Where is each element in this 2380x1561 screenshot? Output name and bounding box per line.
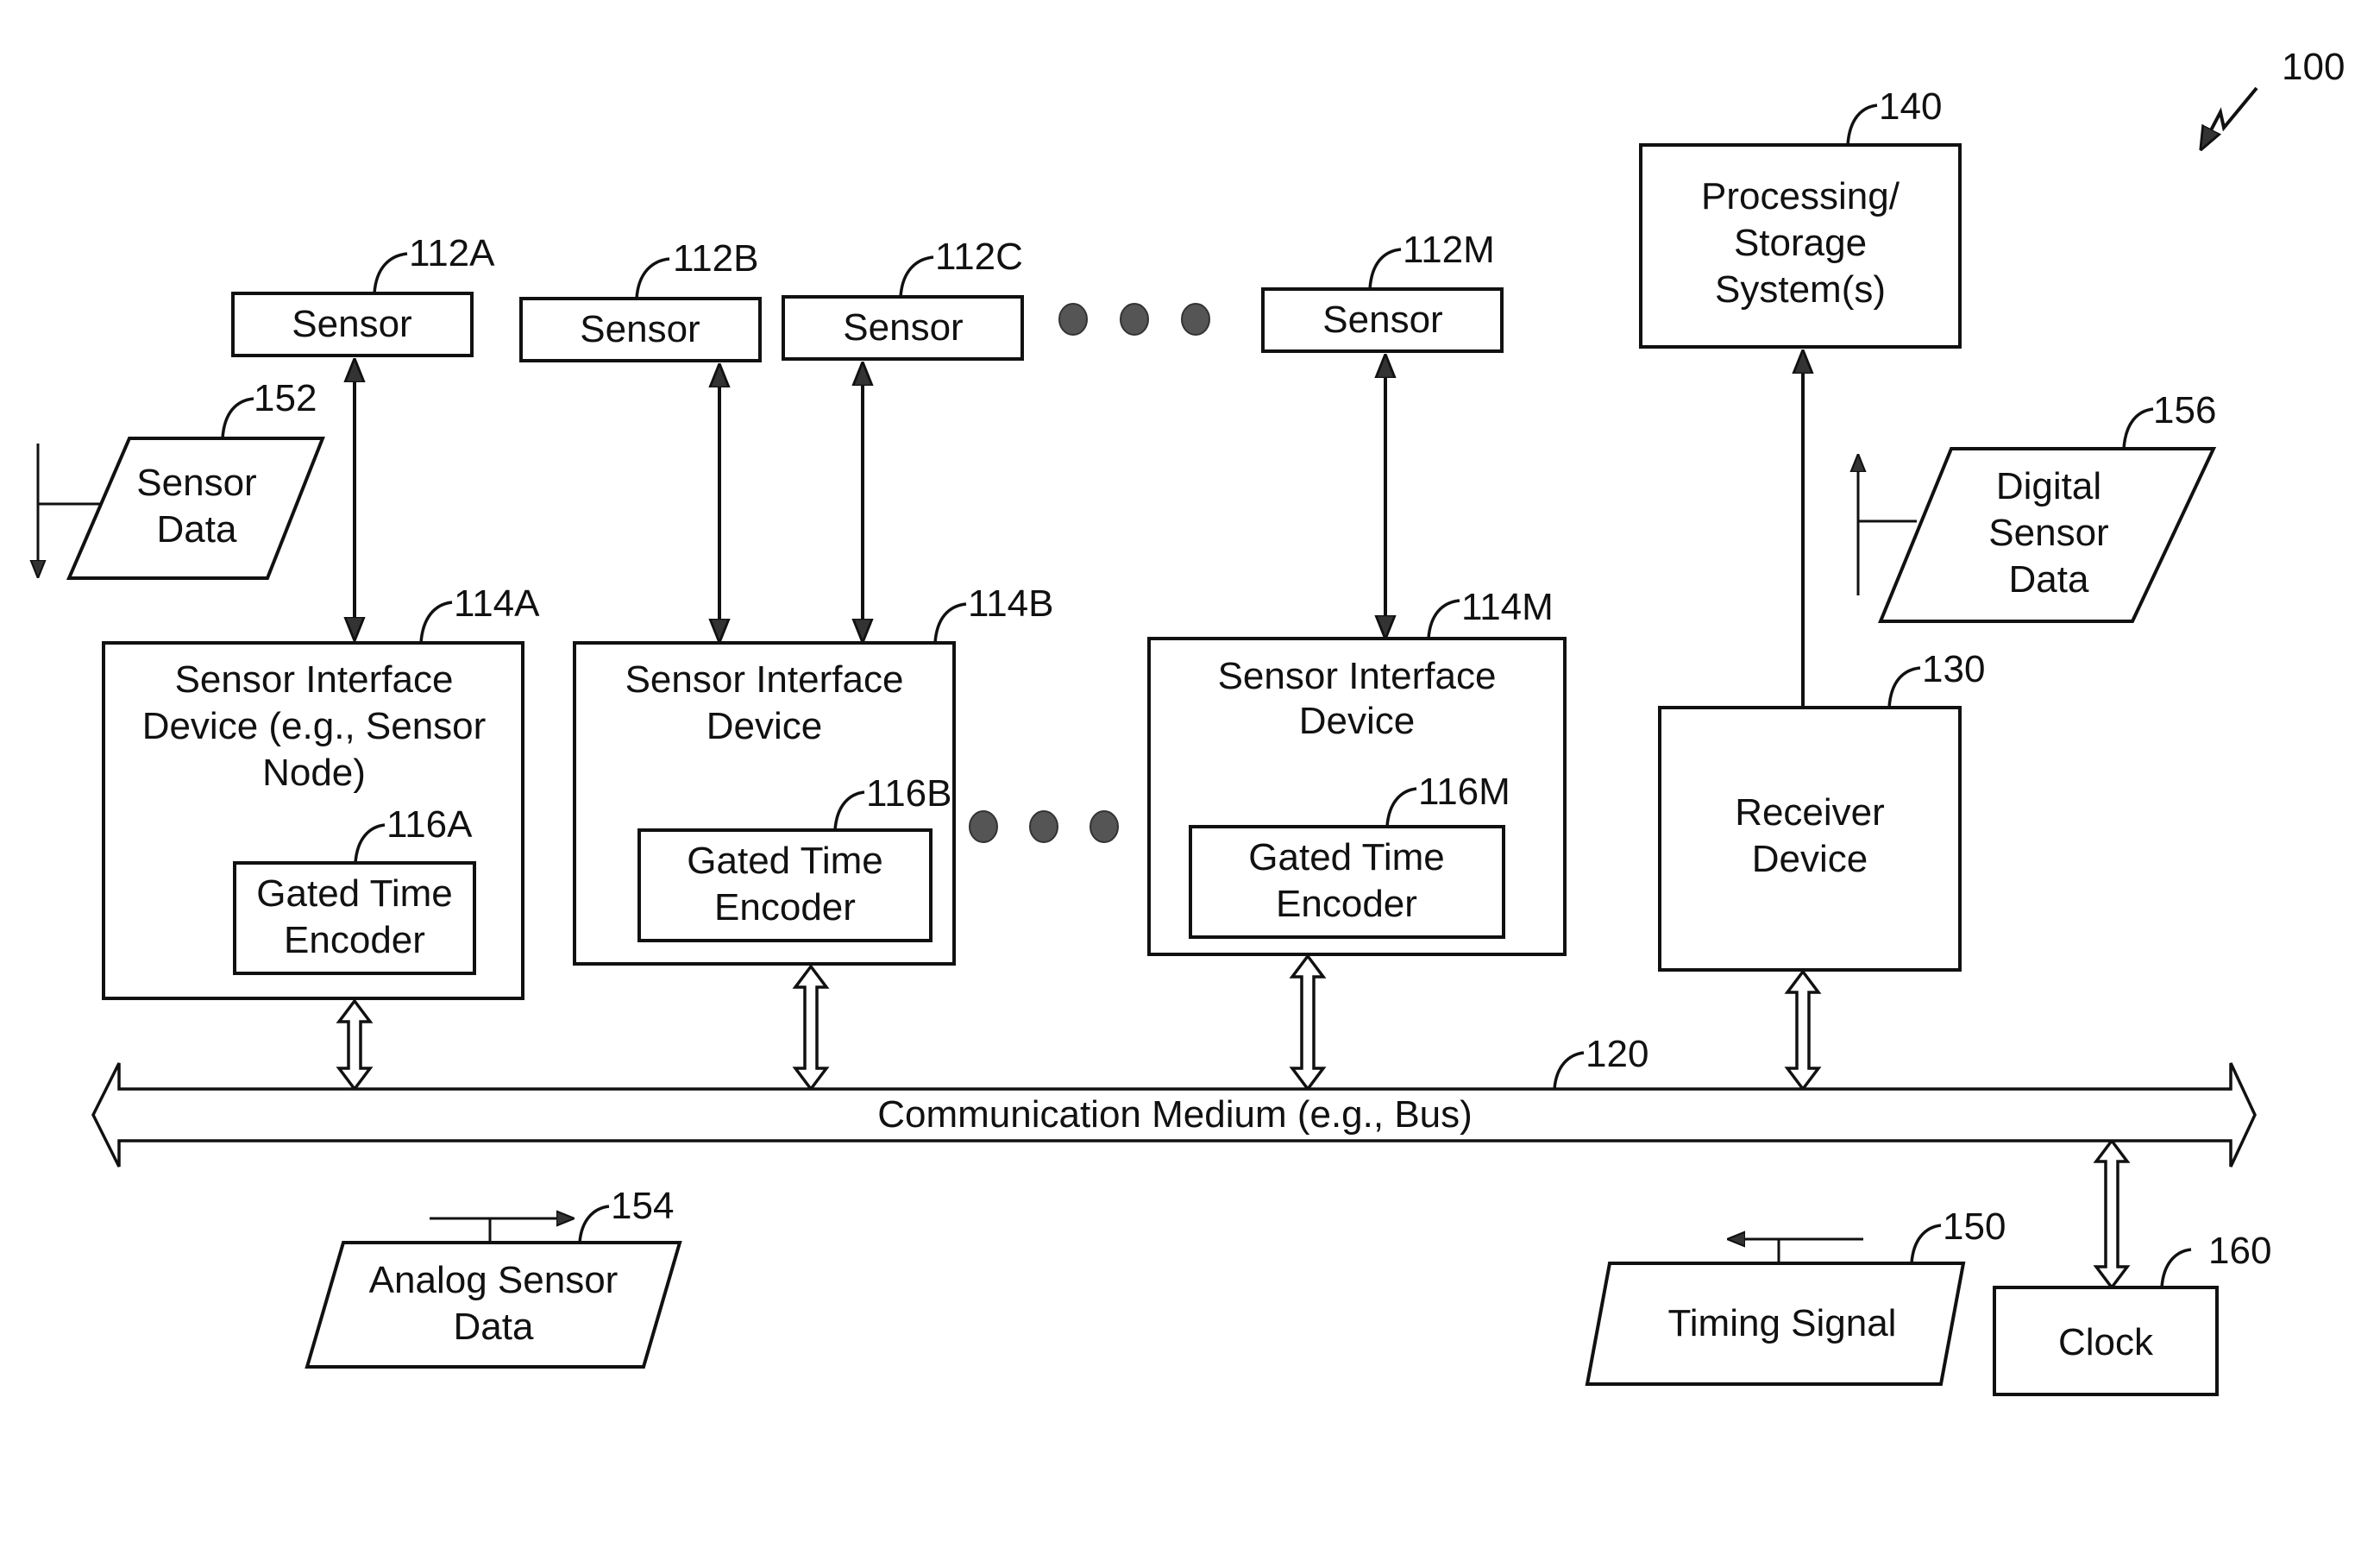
sensor-label: Sensor — [580, 308, 700, 350]
system-block-diagram: 100 Sensor 112A Sensor 112B Sensor 112C … — [0, 46, 2345, 1396]
ref-numeral: 112B — [673, 237, 759, 280]
figure-ref-label: 100 — [2282, 46, 2345, 88]
processing-label-line: Processing/ — [1701, 175, 1900, 217]
interface-label-line: Device (e.g., Sensor — [142, 705, 487, 747]
clock-160: Clock 160 — [1993, 1230, 2271, 1396]
leader-line — [899, 255, 934, 298]
ref-numeral: 112M — [1403, 229, 1495, 271]
leader-line — [2160, 1248, 2192, 1288]
interface-label-line: Sensor Interface — [175, 658, 454, 701]
data-label-line: Data — [454, 1306, 534, 1348]
leader-line — [933, 602, 967, 644]
leader-line — [1846, 104, 1878, 146]
processing-label-line: Storage — [1734, 222, 1867, 264]
encoder-label-line: Encoder — [714, 886, 856, 928]
encoder-label-line: Encoder — [284, 919, 425, 961]
leader-line — [221, 397, 254, 439]
interface-114A: Sensor Interface Device (e.g., Sensor No… — [102, 582, 540, 1000]
sensor-112C: Sensor 112C — [782, 236, 1024, 361]
ellipsis-dot — [969, 810, 998, 843]
ellipsis-dot — [1120, 303, 1149, 336]
clock-bus-arrow — [2093, 1138, 2131, 1290]
ref-numeral: 116B — [866, 772, 952, 815]
leader-line — [373, 252, 408, 294]
ref-numeral: 160 — [2208, 1230, 2271, 1272]
interface-label-line: Sensor Interface — [625, 658, 904, 701]
interface-label-line: Device — [1299, 700, 1416, 742]
sensor-label: Sensor — [1322, 299, 1442, 341]
interface-m-bus-arrow — [1289, 954, 1327, 1092]
timing-signal-150: Timing Signal 150 — [1585, 1205, 2006, 1386]
encoder-label-line: Gated Time — [1248, 836, 1444, 878]
ellipsis-dot — [1181, 303, 1210, 336]
leader-line — [635, 257, 670, 299]
figure-ref-100: 100 — [2201, 46, 2345, 148]
receiver-label-line: Receiver — [1735, 791, 1885, 834]
clock-label: Clock — [2058, 1321, 2154, 1363]
lightning-arrow-icon — [2201, 86, 2258, 148]
sensor-data-152: Sensor Data 152 — [38, 377, 325, 580]
encoder-label-line: Gated Time — [256, 872, 452, 915]
leader-line — [1368, 248, 1402, 290]
interface-label-line: Sensor Interface — [1218, 655, 1497, 697]
ref-numeral: 156 — [2153, 389, 2216, 431]
ref-numeral: 116M — [1418, 771, 1510, 813]
sensor-label: Sensor — [292, 303, 411, 345]
ellipsis-dot — [1058, 303, 1088, 336]
leader-line — [1887, 666, 1921, 708]
processing-label-line: System(s) — [1715, 268, 1886, 311]
encoder-label-line: Encoder — [1276, 883, 1417, 925]
leader-line — [578, 1205, 610, 1243]
ref-numeral: 140 — [1879, 85, 1942, 128]
data-label-line: Digital — [1996, 465, 2101, 507]
digital-sensor-data-156: Digital Sensor Data 156 — [1858, 389, 2216, 623]
interface-b-bus-arrow — [792, 964, 830, 1092]
interface-a-bus-arrow — [336, 998, 374, 1092]
data-label-line: Data — [157, 508, 237, 551]
sensor-112A: Sensor 112A — [231, 232, 495, 357]
ref-numeral: 112C — [935, 236, 1023, 278]
data-label-line: Analog Sensor — [369, 1259, 619, 1301]
ref-numeral: 120 — [1586, 1033, 1648, 1075]
ref-numeral: 114B — [968, 582, 1054, 625]
leader-line — [2122, 407, 2154, 450]
ref-numeral: 152 — [254, 377, 317, 419]
receiver-bus-arrow — [1784, 969, 1822, 1092]
sensor-112M: Sensor 112M — [1261, 229, 1504, 353]
processing-storage-140: Processing/ Storage System(s) 140 — [1639, 85, 1962, 349]
ref-numeral: 154 — [611, 1185, 674, 1227]
interface-ellipsis — [969, 810, 1119, 843]
communication-bus-120: Communication Medium (e.g., Bus) 120 — [91, 1033, 2257, 1168]
leader-line — [1910, 1224, 1942, 1264]
ref-numeral: 150 — [1943, 1205, 2006, 1248]
ellipsis-dot — [1090, 810, 1119, 843]
ref-numeral: 130 — [1922, 648, 1985, 690]
leader-line — [1553, 1051, 1585, 1090]
data-label-line: Sensor — [136, 462, 256, 504]
leader-line — [419, 601, 453, 644]
receiver-label-line: Device — [1752, 838, 1868, 880]
bus-label: Communication Medium (e.g., Bus) — [877, 1093, 1473, 1136]
sensor-112B: Sensor 112B — [519, 237, 762, 362]
data-label-line: Data — [2009, 558, 2089, 601]
ref-numeral: 112A — [409, 232, 495, 274]
leader-line — [1427, 599, 1460, 639]
interface-label-line: Device — [706, 705, 823, 747]
interface-label-line: Node) — [262, 752, 366, 794]
ref-numeral: 114A — [454, 582, 540, 625]
interface-114B: Sensor Interface Device 114B Gated Time … — [573, 582, 1054, 966]
analog-sensor-data-154: Analog Sensor Data 154 — [305, 1185, 682, 1369]
receiver-130: Receiver Device 130 — [1658, 648, 1985, 972]
sensor-label: Sensor — [843, 306, 963, 349]
ellipsis-dot — [1029, 810, 1058, 843]
encoder-label-line: Gated Time — [687, 840, 882, 882]
interface-114M: Sensor Interface Device 114M Gated Time … — [1147, 586, 1567, 956]
sensor-ellipsis — [1058, 303, 1210, 336]
data-label-line: Timing Signal — [1668, 1302, 1897, 1344]
data-label-line: Sensor — [1988, 512, 2108, 554]
ref-numeral: 116A — [386, 803, 473, 846]
ref-numeral: 114M — [1461, 586, 1554, 628]
